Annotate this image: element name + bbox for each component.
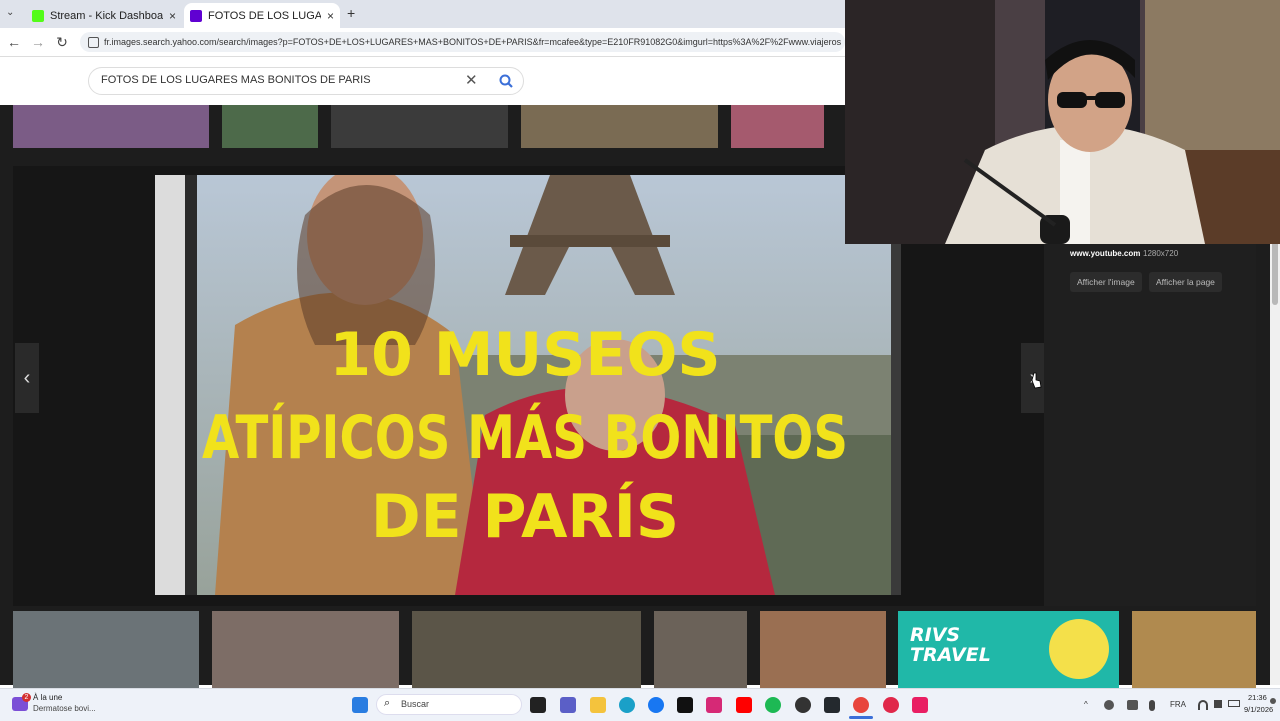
taskbar-search[interactable] [376,694,522,715]
chevron-up-icon[interactable]: ^ [1084,700,1088,709]
thumbnail-lavender[interactable] [13,105,209,148]
preview-photo: 10 MUSEOS ATÍPICOS MÁS BONITOS DE PARÍS [155,175,901,595]
reload-icon[interactable]: ↻ [54,34,70,51]
new-tab-button[interactable]: + [347,5,355,21]
back-icon[interactable]: ← [6,34,22,50]
webcam-overlay [845,0,1280,244]
monitor-icon[interactable] [1127,700,1138,710]
thumbnail-text: RIVS TRAVEL [910,624,991,666]
kick-favicon-icon [32,9,44,22]
tab-list-chevron-icon[interactable]: ⌄ [6,7,14,18]
search-icon[interactable] [498,73,514,89]
tab-label: FOTOS DE LOS LUGARES MAS B [208,9,321,22]
tab-label: Stream - Kick Dashboard [50,9,163,22]
search-icon: ⌕ [384,697,391,709]
chrome-icon[interactable] [853,697,869,713]
chevron-left-icon: ‹ [23,366,31,389]
microphone-icon[interactable] [1149,700,1155,711]
url-bar[interactable]: fr.images.search.yahoo.com/search/images… [80,32,845,52]
tiktok-icon[interactable] [677,697,693,713]
thumbnail-city-aerial[interactable] [521,105,718,148]
edge-icon[interactable] [619,697,635,713]
clock-date[interactable]: 9/1/2026 [1244,705,1273,714]
taskbar [0,688,1280,721]
close-icon[interactable]: ✕ [465,71,478,89]
speaker-icon[interactable] [1214,700,1222,708]
onedrive-icon[interactable] [1104,700,1114,710]
tab-yahoo-images[interactable]: FOTOS DE LOS LUGARES MAS B × [184,3,340,28]
windows-icon[interactable] [352,697,368,713]
mouse-cursor-icon [1031,372,1042,389]
spotify-icon[interactable] [765,697,781,713]
forward-icon[interactable]: → [30,34,46,50]
view-image-button[interactable]: Afficher l'image [1070,272,1142,292]
thumbnail-boulangerie[interactable] [654,611,747,688]
thumbnail-park-aerial[interactable] [222,105,318,148]
previous-image-button[interactable]: ‹ [15,343,39,413]
headline-line-2: ATÍPICOS MÁS BONITOS [202,401,848,473]
source-domain[interactable]: www.youtube.com [1070,249,1140,258]
thumbnail-bridge-pink[interactable] [731,105,824,148]
thumbnail-castle[interactable] [412,611,641,688]
clock-time[interactable]: 21:36 [1248,693,1267,702]
url-text: fr.images.search.yahoo.com/search/images… [104,37,842,47]
headline-line-1: 10 MUSEOS [329,320,720,390]
close-tab-icon[interactable]: × [169,9,176,23]
thumbnail-colmar-houses[interactable] [1132,611,1256,688]
yahoo-favicon-icon [190,9,202,22]
tiktok-studio-icon[interactable] [912,697,928,713]
news-headline[interactable]: Dermatose bovi... [33,704,96,713]
thumbnail-eiffel-bw[interactable] [331,105,508,148]
image-details-panel [1044,244,1256,606]
news-title[interactable]: À la une [33,693,62,702]
teams-icon[interactable] [560,697,576,713]
active-app-indicator [849,716,873,719]
folder-icon[interactable] [590,697,606,713]
thumbnail-rivs-travel[interactable]: RIVS TRAVEL [898,611,1119,688]
taskbar-search-placeholder: Buscar [401,699,430,709]
github-icon[interactable] [824,697,840,713]
battery-icon[interactable] [1228,700,1240,707]
app-red-icon[interactable] [883,697,899,713]
task-view-icon[interactable] [530,697,546,713]
preview-image[interactable]: 10 MUSEOS ATÍPICOS MÁS BONITOS DE PARÍS [155,175,901,595]
tab-kick-dashboard[interactable]: Stream - Kick Dashboard × [26,3,182,28]
thumbnail-aqueduct[interactable] [760,611,886,688]
webcam-feed [845,0,1280,244]
close-tab-icon[interactable]: × [327,9,334,23]
site-info-icon[interactable] [88,37,99,48]
search-input[interactable]: FOTOS DE LOS LUGARES MAS BONITOS DE PARI… [101,74,371,86]
obs-icon[interactable] [795,697,811,713]
input-language[interactable]: FRA [1170,700,1186,709]
image-dimensions: 1280x720 [1143,249,1179,258]
instagram-icon[interactable] [706,697,722,713]
facebook-icon[interactable] [648,697,664,713]
notification-badge: 2 [22,693,31,702]
headline-line-3: DE PARÍS [371,480,679,552]
youtube-icon[interactable] [736,697,752,713]
thumbnail-paris-boulevard[interactable] [13,611,199,688]
wifi-icon[interactable] [1198,700,1208,710]
globe-graphic [1049,619,1109,679]
view-page-button[interactable]: Afficher la page [1149,272,1222,292]
notifications-bell-icon[interactable] [1270,698,1276,704]
thumbnail-gargoyle-sunset[interactable] [212,611,399,688]
